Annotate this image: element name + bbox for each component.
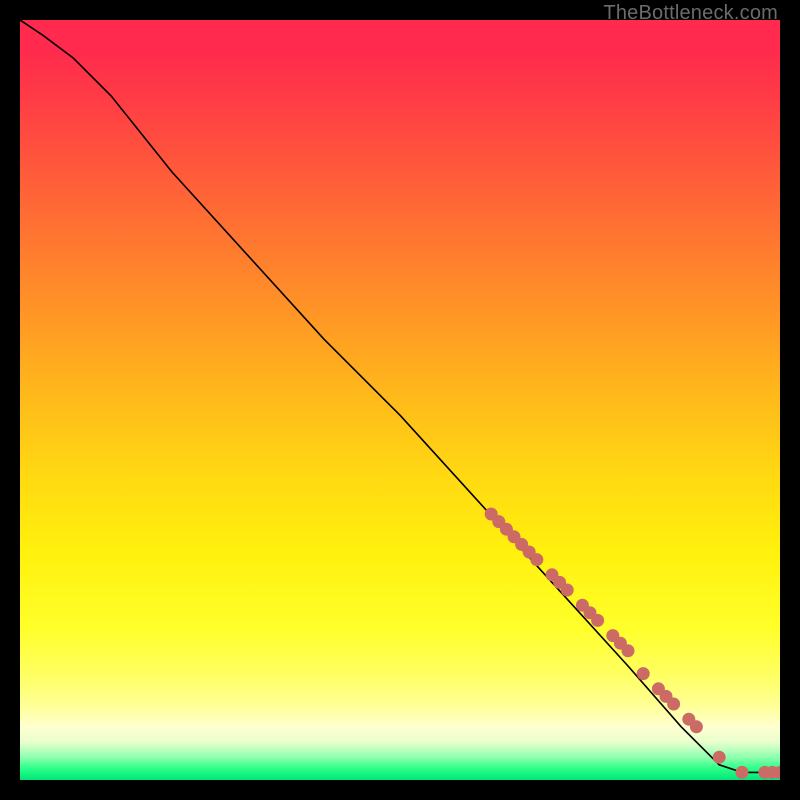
scatter-points — [485, 508, 780, 779]
plot-area — [20, 20, 780, 780]
data-point — [667, 698, 680, 711]
data-point — [713, 751, 726, 764]
data-point — [622, 644, 635, 657]
data-point — [637, 667, 650, 680]
curve-line — [20, 20, 780, 772]
data-point — [530, 553, 543, 566]
chart-frame: TheBottleneck.com — [0, 0, 800, 800]
data-point — [591, 614, 604, 627]
data-point — [561, 584, 574, 597]
chart-overlay — [20, 20, 780, 780]
watermark-text: TheBottleneck.com — [603, 2, 778, 25]
data-point — [736, 766, 749, 779]
data-point — [690, 720, 703, 733]
